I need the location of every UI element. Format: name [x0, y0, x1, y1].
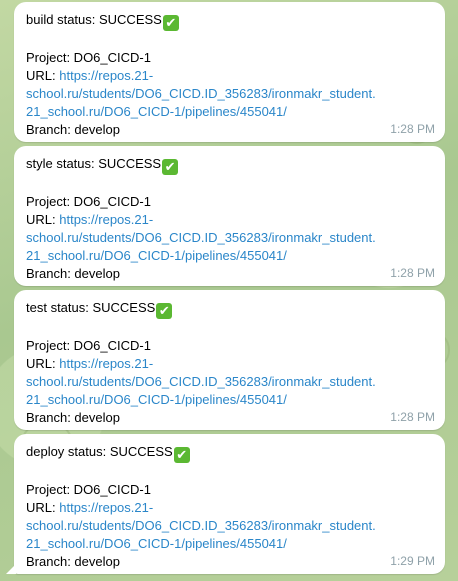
branch-line: Branch: develop: [26, 122, 120, 137]
check-mark-icon: ✔: [173, 447, 190, 463]
url-label: URL:: [26, 68, 60, 83]
pipeline-link[interactable]: https://repos.21-: [59, 500, 153, 515]
message-bubble[interactable]: style status: SUCCESS ✔ Project: DO6_CICD…: [14, 146, 445, 286]
pipeline-link-continuation[interactable]: 21_school.ru/DO6_CICD-1/pipelines/455041…: [26, 391, 433, 409]
status-text: deploy status: SUCCESS: [26, 444, 173, 459]
status-line: deploy status: SUCCESS ✔: [26, 443, 433, 463]
pipeline-link-continuation[interactable]: 21_school.ru/DO6_CICD-1/pipelines/455041…: [26, 535, 433, 553]
pipeline-link[interactable]: https://repos.21-: [59, 68, 153, 83]
status-text: test status: SUCCESS: [26, 300, 156, 315]
bubble-tail: [6, 564, 16, 574]
url-line: URL: https://repos.21-: [26, 211, 433, 229]
url-line: URL: https://repos.21-: [26, 499, 433, 517]
url-label: URL:: [26, 500, 60, 515]
pipeline-link-continuation[interactable]: 21_school.ru/DO6_CICD-1/pipelines/455041…: [26, 247, 433, 265]
status-text: build status: SUCCESS: [26, 12, 162, 27]
message-timestamp: 1:29 PM: [390, 554, 435, 568]
branch-line: Branch: develop: [26, 554, 120, 569]
project-line: Project: DO6_CICD-1: [26, 338, 151, 353]
message-bubble[interactable]: test status: SUCCESS ✔ Project: DO6_CICD-…: [14, 290, 445, 430]
status-line: style status: SUCCESS ✔: [26, 155, 433, 175]
pipeline-link-continuation[interactable]: school.ru/students/DO6_CICD.ID_356283/ir…: [26, 373, 433, 391]
status-text: style status: SUCCESS: [26, 156, 162, 171]
message-timestamp: 1:28 PM: [390, 266, 435, 280]
status-line: build status: SUCCESS ✔: [26, 11, 433, 31]
project-line: Project: DO6_CICD-1: [26, 194, 151, 209]
pipeline-link-continuation[interactable]: school.ru/students/DO6_CICD.ID_356283/ir…: [26, 517, 433, 535]
pipeline-link[interactable]: https://repos.21-: [59, 212, 153, 227]
message-list[interactable]: build status: SUCCESS ✔ Project: DO6_CICD…: [6, 2, 445, 578]
project-line: Project: DO6_CICD-1: [26, 50, 151, 65]
message-bubble[interactable]: build status: SUCCESS ✔ Project: DO6_CICD…: [14, 2, 445, 142]
url-line: URL: https://repos.21-: [26, 355, 433, 373]
message-bubble[interactable]: deploy status: SUCCESS ✔ Project: DO6_CIC…: [6, 434, 445, 574]
url-label: URL:: [26, 212, 60, 227]
branch-line: Branch: develop: [26, 410, 120, 425]
status-line: test status: SUCCESS ✔: [26, 299, 433, 319]
check-mark-icon: ✔: [162, 15, 179, 31]
url-label: URL:: [26, 356, 60, 371]
pipeline-link-continuation[interactable]: school.ru/students/DO6_CICD.ID_356283/ir…: [26, 85, 433, 103]
project-line: Project: DO6_CICD-1: [26, 482, 151, 497]
pipeline-link-continuation[interactable]: 21_school.ru/DO6_CICD-1/pipelines/455041…: [26, 103, 433, 121]
pipeline-link[interactable]: https://repos.21-: [59, 356, 153, 371]
url-line: URL: https://repos.21-: [26, 67, 433, 85]
check-mark-icon: ✔: [162, 159, 179, 175]
pipeline-link-continuation[interactable]: school.ru/students/DO6_CICD.ID_356283/ir…: [26, 229, 433, 247]
message-timestamp: 1:28 PM: [390, 122, 435, 136]
message-timestamp: 1:28 PM: [390, 410, 435, 424]
check-mark-icon: ✔: [156, 303, 173, 319]
branch-line: Branch: develop: [26, 266, 120, 281]
